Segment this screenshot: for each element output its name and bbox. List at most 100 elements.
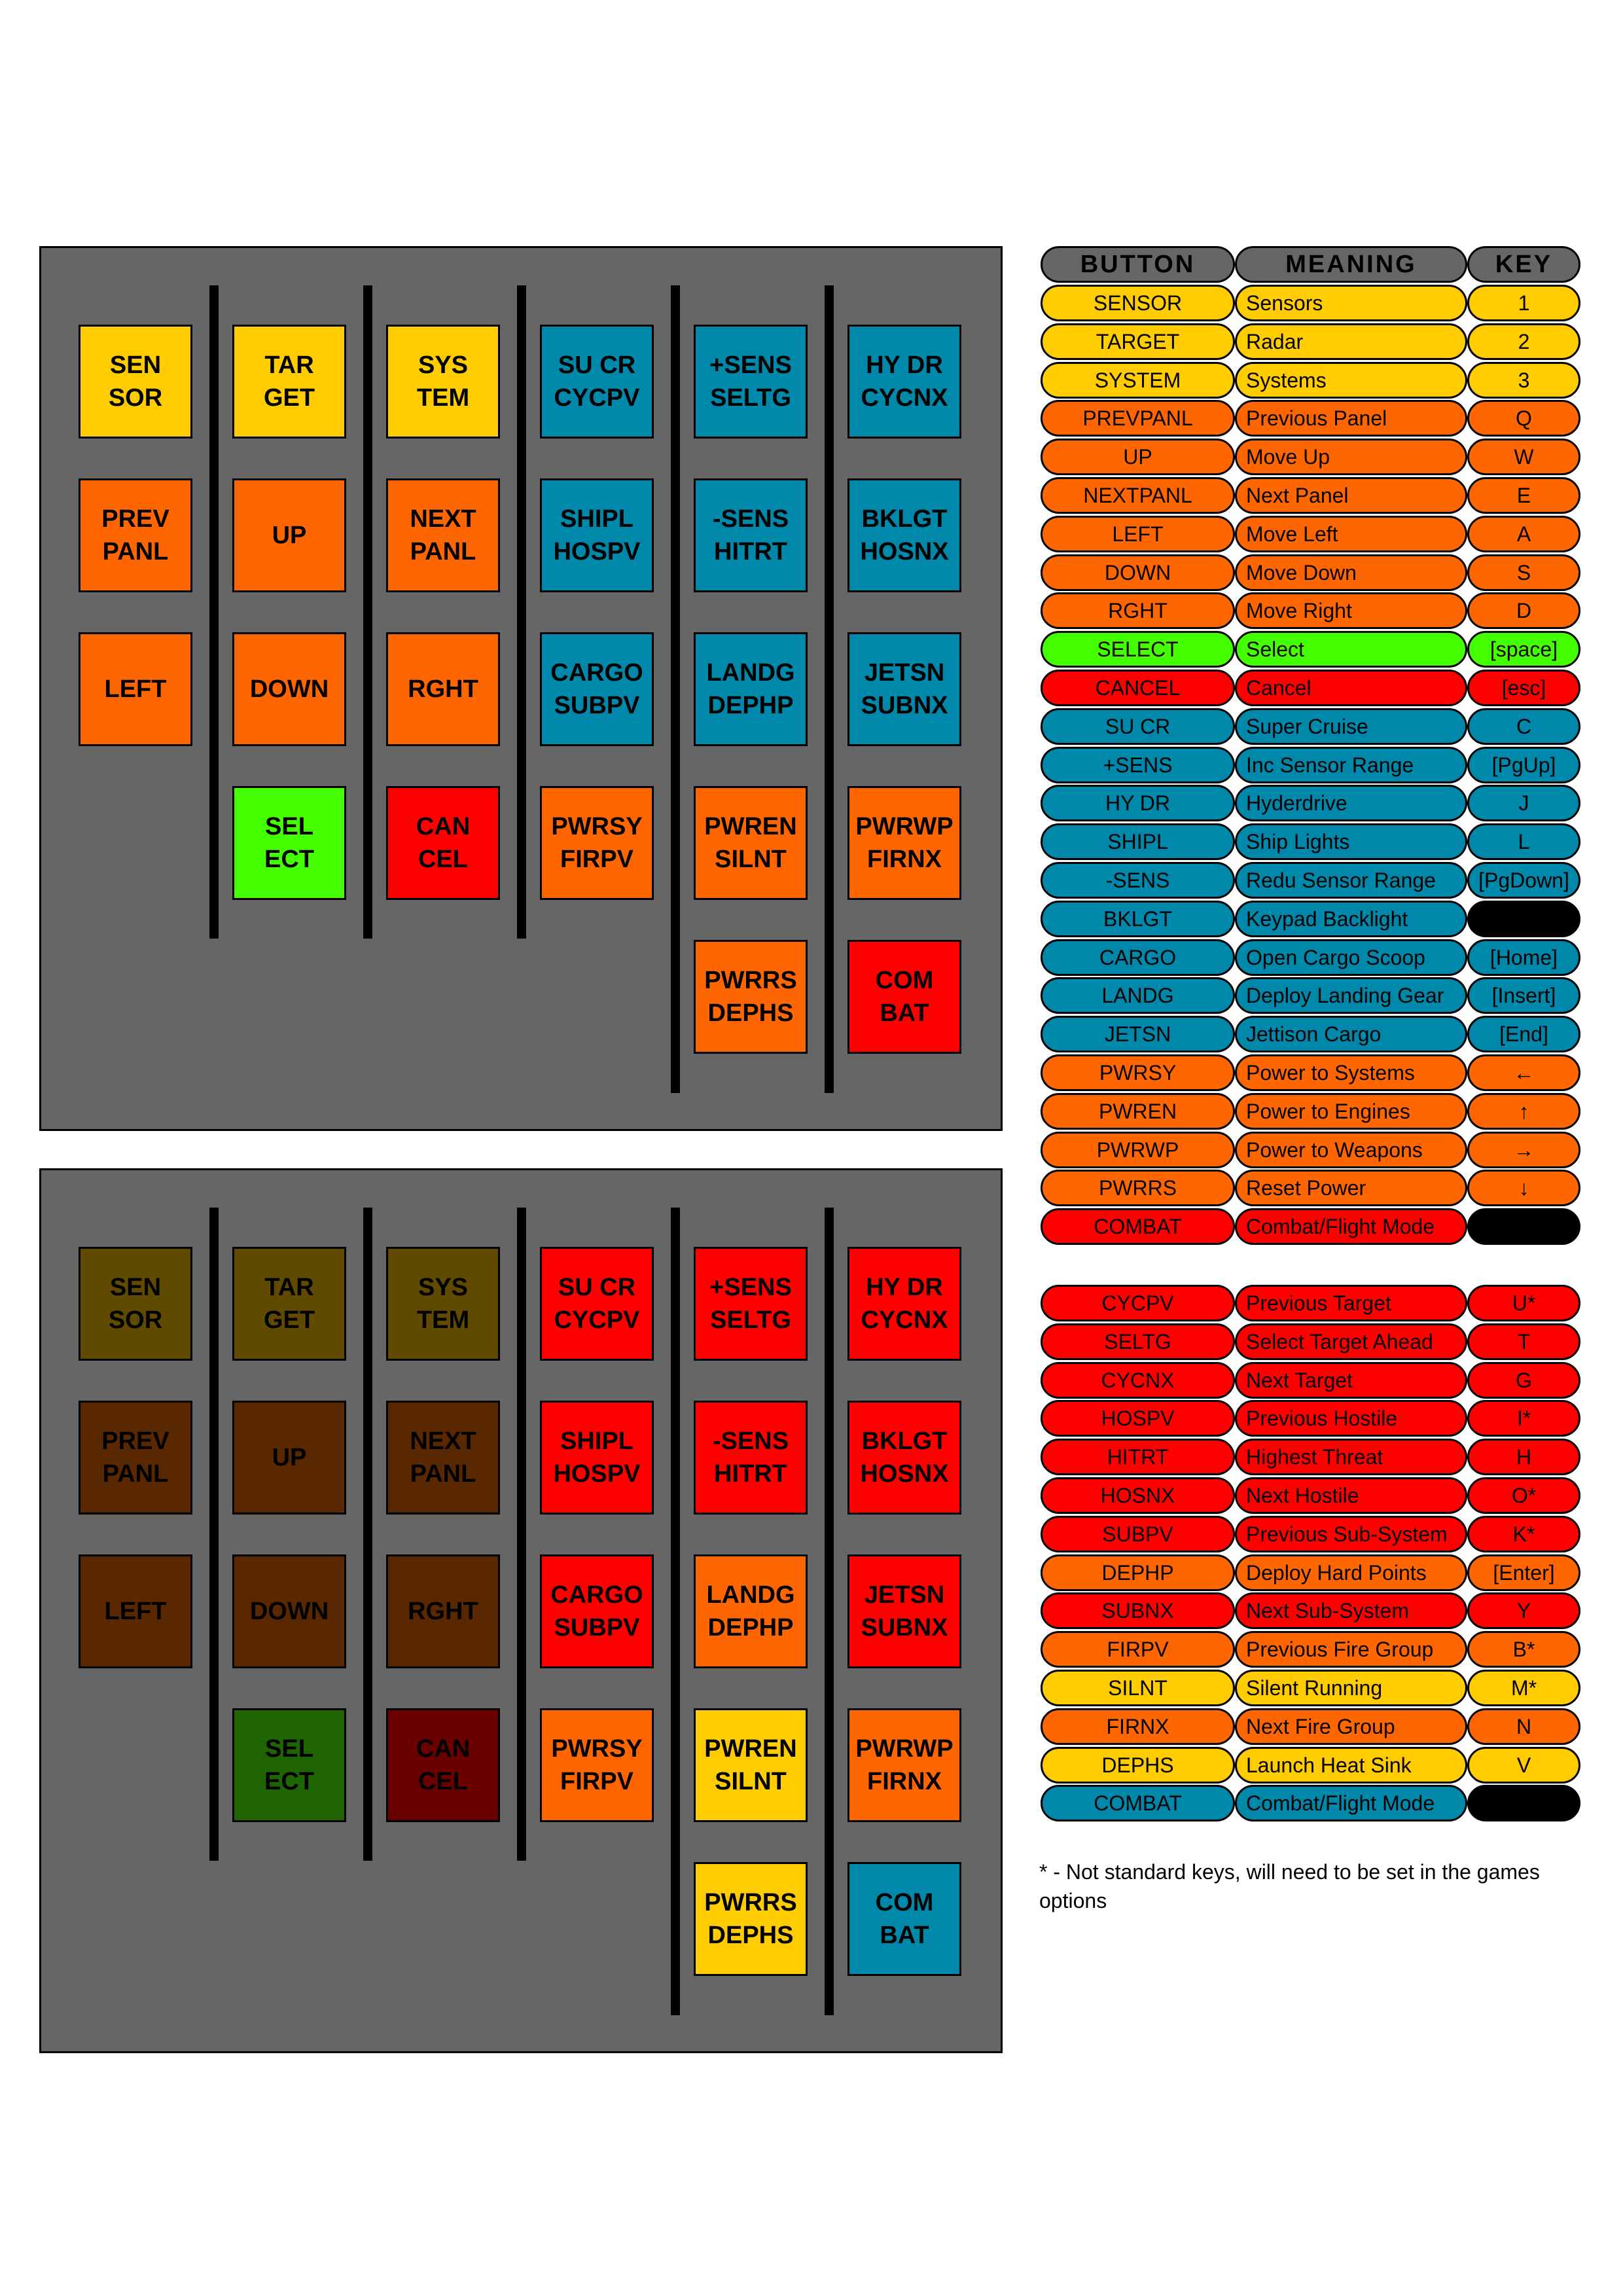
key-bklgt-hosnx[interactable]: BKLGT HOSNX: [847, 1401, 961, 1515]
key-next-panl[interactable]: NEXT PANL: [386, 1401, 500, 1515]
legend-button-cell: CANCEL: [1041, 670, 1235, 706]
key-label-line: JETSN: [864, 659, 945, 687]
key-prev-panl[interactable]: PREV PANL: [79, 478, 192, 592]
key-shipl-hospv[interactable]: SHIPL HOSPV: [540, 478, 654, 592]
legend-row: CYCNX Next Target G: [1041, 1362, 1580, 1399]
legend-meaning-cell: Launch Heat Sink: [1235, 1747, 1467, 1784]
key-jetsn-subnx[interactable]: JETSN SUBNX: [847, 1554, 961, 1668]
key-landg-dephp[interactable]: LANDG DEPHP: [694, 632, 808, 746]
legend-button-cell: +SENS: [1041, 747, 1235, 783]
key-label-line: SU CR: [558, 351, 636, 379]
legend-meaning-cell: Previous Sub-System: [1235, 1516, 1467, 1552]
legend-row: HOSNX Next Hostile O*: [1041, 1477, 1580, 1514]
key-su-cr-cycpv[interactable]: SU CR CYCPV: [540, 325, 654, 439]
legend-key-cell: 2: [1467, 323, 1580, 360]
key-sens-hitrt[interactable]: -SENS HITRT: [694, 478, 808, 592]
key-sens-seltg[interactable]: +SENS SELTG: [694, 325, 808, 439]
legend-row: COMBAT Combat/Flight Mode: [1041, 1785, 1580, 1821]
key-pwrwp-firnx[interactable]: PWRWP FIRNX: [847, 786, 961, 900]
key-sys-tem[interactable]: SYS TEM: [386, 325, 500, 439]
column-divider: [363, 285, 372, 939]
key-label-line: PANL: [410, 538, 476, 565]
key-sel-ect[interactable]: SEL ECT: [232, 786, 346, 900]
legend-key-cell: Q: [1467, 400, 1580, 437]
legend-row: DOWN Move Down S: [1041, 554, 1580, 591]
legend-meaning-cell: Previous Target: [1235, 1285, 1467, 1321]
key-label-line: SUBNX: [861, 1614, 948, 1641]
key-com-bat[interactable]: COM BAT: [847, 940, 961, 1054]
legend-header-meaning: MEANING: [1235, 246, 1467, 283]
legend-key-cell: [End]: [1467, 1016, 1580, 1052]
key-pwrwp-firnx[interactable]: PWRWP FIRNX: [847, 1708, 961, 1822]
legend-key-cell: G: [1467, 1362, 1580, 1399]
key-label-line: DEPHS: [707, 1922, 794, 1949]
key-down[interactable]: DOWN: [232, 1554, 346, 1668]
key-tar-get[interactable]: TAR GET: [232, 325, 346, 439]
legend-key-cell: [Home]: [1467, 939, 1580, 976]
legend-row: SYSTEM Systems 3: [1041, 362, 1580, 399]
key-rght[interactable]: RGHT: [386, 1554, 500, 1668]
legend-key-cell: I*: [1467, 1400, 1580, 1437]
column-divider: [363, 1208, 372, 1861]
key-sen-sor[interactable]: SEN SOR: [79, 1247, 192, 1361]
key-down[interactable]: DOWN: [232, 632, 346, 746]
key-pwren-silnt[interactable]: PWREN SILNT: [694, 1708, 808, 1822]
key-up[interactable]: UP: [232, 1401, 346, 1515]
key-label-line: FIRPV: [560, 846, 633, 873]
key-pwrsy-firpv[interactable]: PWRSY FIRPV: [540, 1708, 654, 1822]
key-sel-ect[interactable]: SEL ECT: [232, 1708, 346, 1822]
legend-meaning-cell: Select Target Ahead: [1235, 1323, 1467, 1360]
key-jetsn-subnx[interactable]: JETSN SUBNX: [847, 632, 961, 746]
key-label-line: -SENS: [712, 1427, 789, 1455]
key-bklgt-hosnx[interactable]: BKLGT HOSNX: [847, 478, 961, 592]
legend-button-cell: RGHT: [1041, 592, 1235, 629]
key-sys-tem[interactable]: SYS TEM: [386, 1247, 500, 1361]
key-com-bat[interactable]: COM BAT: [847, 1862, 961, 1976]
key-cargo-subpv[interactable]: CARGO SUBPV: [540, 1554, 654, 1668]
key-label-line: PWRRS: [704, 1889, 797, 1916]
legend-button-cell: FIRNX: [1041, 1708, 1235, 1745]
key-pwrrs-dephs[interactable]: PWRRS DEPHS: [694, 940, 808, 1054]
key-cargo-subpv[interactable]: CARGO SUBPV: [540, 632, 654, 746]
legend-button-cell: SENSOR: [1041, 285, 1235, 321]
key-label-line: LEFT: [104, 1598, 167, 1625]
legend-button-cell: SUBPV: [1041, 1516, 1235, 1552]
legend-button-cell: CYCPV: [1041, 1285, 1235, 1321]
legend-button-cell: PREVPANL: [1041, 400, 1235, 437]
key-rght[interactable]: RGHT: [386, 632, 500, 746]
legend-key-cell: V: [1467, 1747, 1580, 1784]
legend-button-cell: CARGO: [1041, 939, 1235, 976]
legend-meaning-cell: Next Panel: [1235, 477, 1467, 514]
key-tar-get[interactable]: TAR GET: [232, 1247, 346, 1361]
key-label-line: SEL: [265, 1735, 313, 1763]
key-can-cel[interactable]: CAN CEL: [386, 1708, 500, 1822]
key-pwrrs-dephs[interactable]: PWRRS DEPHS: [694, 1862, 808, 1976]
key-shipl-hospv[interactable]: SHIPL HOSPV: [540, 1401, 654, 1515]
key-prev-panl[interactable]: PREV PANL: [79, 1401, 192, 1515]
column-divider: [671, 285, 680, 1093]
legend-button-cell: PWREN: [1041, 1093, 1235, 1130]
key-pwrsy-firpv[interactable]: PWRSY FIRPV: [540, 786, 654, 900]
column-divider: [517, 285, 526, 939]
key-left[interactable]: LEFT: [79, 1554, 192, 1668]
key-sen-sor[interactable]: SEN SOR: [79, 325, 192, 439]
key-label-line: CYCNX: [861, 384, 948, 412]
key-sens-seltg[interactable]: +SENS SELTG: [694, 1247, 808, 1361]
key-label-line: ECT: [264, 1768, 314, 1795]
key-label-line: HY DR: [866, 1274, 943, 1301]
key-next-panl[interactable]: NEXT PANL: [386, 478, 500, 592]
legend-button-cell: SELECT: [1041, 631, 1235, 668]
key-label-line: GET: [263, 384, 315, 412]
key-label-line: LANDG: [706, 1581, 795, 1609]
key-left[interactable]: LEFT: [79, 632, 192, 746]
key-can-cel[interactable]: CAN CEL: [386, 786, 500, 900]
key-landg-dephp[interactable]: LANDG DEPHP: [694, 1554, 808, 1668]
key-su-cr-cycpv[interactable]: SU CR CYCPV: [540, 1247, 654, 1361]
key-label-line: DEPHP: [707, 1614, 794, 1641]
key-hy-dr-cycnx[interactable]: HY DR CYCNX: [847, 1247, 961, 1361]
key-up[interactable]: UP: [232, 478, 346, 592]
key-pwren-silnt[interactable]: PWREN SILNT: [694, 786, 808, 900]
legend-meaning-cell: Combat/Flight Mode: [1235, 1785, 1467, 1821]
key-sens-hitrt[interactable]: -SENS HITRT: [694, 1401, 808, 1515]
key-hy-dr-cycnx[interactable]: HY DR CYCNX: [847, 325, 961, 439]
